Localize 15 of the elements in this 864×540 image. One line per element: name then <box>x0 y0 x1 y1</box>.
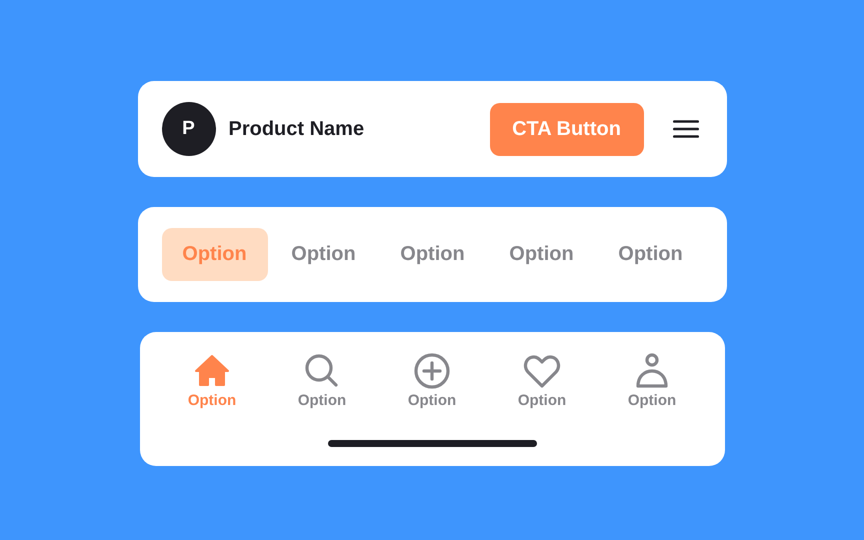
tab-item[interactable]: Option <box>157 352 267 409</box>
segment-option[interactable]: Option <box>162 228 268 281</box>
segment-option[interactable]: Option <box>270 228 376 281</box>
tab-item[interactable]: Option <box>267 352 377 409</box>
avatar: P <box>162 102 216 156</box>
tab-item[interactable]: Option <box>597 352 707 409</box>
add-icon <box>413 352 451 390</box>
product-name: Product Name <box>228 118 366 140</box>
tab-item[interactable]: Option <box>377 352 487 409</box>
segment-option[interactable]: Option <box>380 228 486 281</box>
segment-option[interactable]: Option <box>488 228 594 281</box>
cta-button[interactable]: CTA Button <box>490 102 644 156</box>
segment-option[interactable]: Option <box>598 228 704 281</box>
tab-item[interactable]: Option <box>487 352 597 409</box>
menu-icon[interactable] <box>672 120 698 138</box>
